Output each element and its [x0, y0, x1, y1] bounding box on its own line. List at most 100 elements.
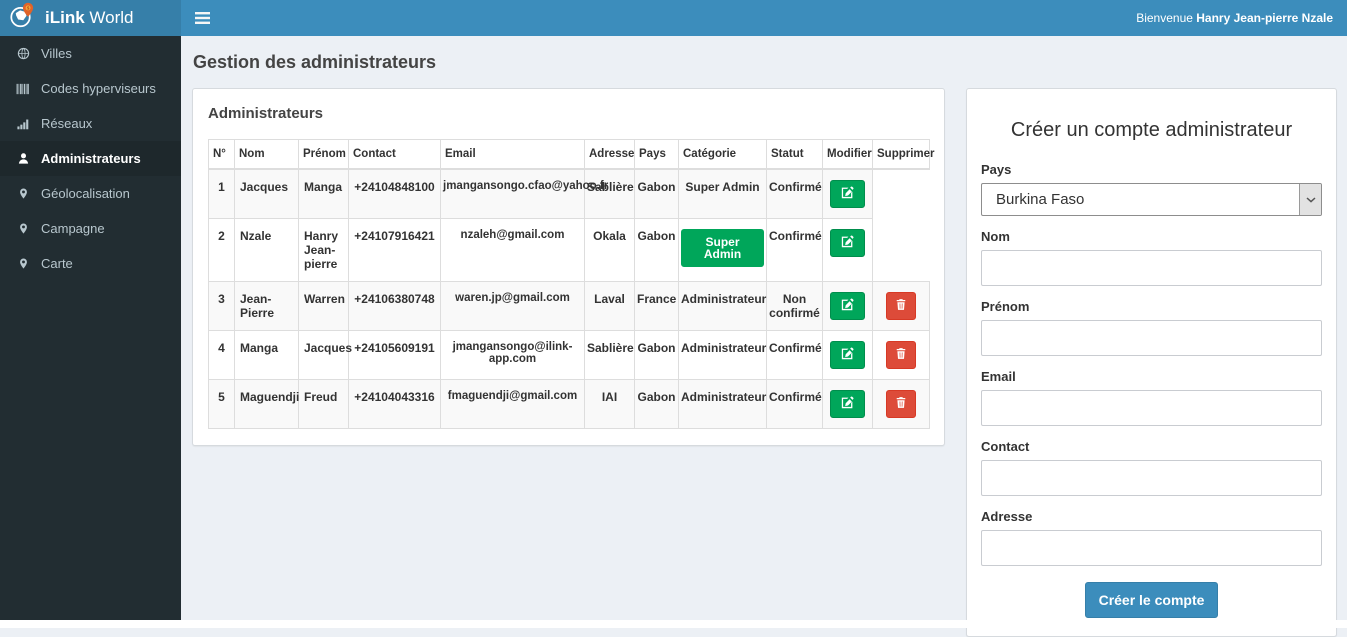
- barcode-icon: [16, 83, 30, 95]
- cell-contact: +24105609191: [348, 330, 441, 380]
- create-account-button[interactable]: Créer le compte: [1084, 582, 1219, 618]
- cell-adresse: Okala: [584, 218, 635, 282]
- email-field[interactable]: [981, 390, 1322, 426]
- edit-icon: [841, 235, 854, 251]
- sidebar-item-reseaux[interactable]: Réseaux: [0, 106, 181, 141]
- ilink-globe-pin-icon: $: [9, 2, 36, 34]
- column-header: Nom: [234, 139, 299, 170]
- cell-num: 4: [208, 330, 235, 380]
- sidebar-item-label: Administrateurs: [41, 151, 141, 166]
- brand-logo[interactable]: $ iLink World: [0, 0, 181, 36]
- cell-email: nzaleh@gmail.com: [440, 218, 585, 282]
- prenom-field[interactable]: [981, 320, 1322, 356]
- cell-num: 5: [208, 379, 235, 429]
- map-marker-icon: [16, 257, 30, 270]
- navbar: Bienvenue Hanry Jean-pierre Nzale: [181, 0, 1347, 36]
- delete-button[interactable]: [886, 390, 916, 418]
- sidebar: Villes Codes hyperviseurs Réseaux Administr…: [0, 36, 181, 620]
- cell-supprimer: [872, 379, 930, 429]
- edit-icon: [841, 396, 854, 412]
- sidebar-item-label: Réseaux: [41, 116, 93, 131]
- cell-modifier: [822, 330, 873, 380]
- sidebar-item-codes-hyperviseurs[interactable]: Codes hyperviseurs: [0, 71, 181, 106]
- cell-email: fmaguendji@gmail.com: [440, 379, 585, 429]
- edit-icon: [841, 298, 854, 314]
- edit-button[interactable]: [830, 341, 865, 369]
- sidebar-toggle-button[interactable]: [193, 8, 212, 28]
- column-header: Contact: [348, 139, 441, 170]
- sidebar-item-geolocalisation[interactable]: Géolocalisation: [0, 176, 181, 211]
- cell-nom: Jean-Pierre: [234, 281, 299, 331]
- email-label: Email: [981, 369, 1016, 384]
- delete-button[interactable]: [886, 292, 916, 320]
- sidebar-item-label: Codes hyperviseurs: [41, 81, 156, 96]
- table-row: 5 Maguendji Freud +24104043316 fmaguendji@gm…: [208, 379, 930, 429]
- cell-statut: Non confirmé: [766, 281, 823, 331]
- cell-pays: Gabon: [634, 168, 679, 219]
- cell-supprimer-empty: [872, 218, 930, 282]
- trash-icon: [895, 396, 907, 412]
- form-group-nom: Nom: [981, 229, 1322, 286]
- edit-button[interactable]: [830, 180, 865, 208]
- cell-adresse: Laval: [584, 281, 635, 331]
- cell-statut: Confirmé: [766, 379, 823, 429]
- cell-nom: Jacques: [234, 168, 299, 219]
- adresse-label: Adresse: [981, 509, 1033, 524]
- sidebar-item-label: Villes: [41, 46, 72, 61]
- contact-field[interactable]: [981, 460, 1322, 496]
- table-row: 3 Jean-Pierre Warren +24106380748 waren.jp@g…: [208, 281, 930, 331]
- delete-button[interactable]: [886, 341, 916, 369]
- page-title: Gestion des administrateurs: [193, 52, 437, 72]
- sidebar-item-label: Campagne: [41, 221, 105, 236]
- pays-select-wrap: Burkina Faso: [981, 183, 1322, 216]
- prenom-label: Prénom: [981, 299, 1030, 314]
- adresse-field[interactable]: [981, 530, 1322, 566]
- cell-categorie: Super Admin: [678, 168, 767, 219]
- edit-button[interactable]: [830, 229, 865, 257]
- cell-prenom: Warren: [298, 281, 349, 331]
- globe-icon: [16, 47, 30, 60]
- pays-select[interactable]: Burkina Faso: [981, 183, 1322, 216]
- form-group-adresse: Adresse: [981, 509, 1322, 566]
- cell-email: jmangansongo.cfao@yahoo.fr: [440, 168, 608, 219]
- edit-icon: [841, 347, 854, 363]
- administrators-panel: Administrateurs N° Nom Prénom Contact Email A…: [192, 88, 945, 446]
- sidebar-item-administrateurs[interactable]: Administrateurs: [0, 141, 181, 176]
- edit-button[interactable]: [830, 390, 865, 418]
- nom-field[interactable]: [981, 250, 1322, 286]
- sidebar-item-campagne[interactable]: Campagne: [0, 211, 181, 246]
- edit-button[interactable]: [830, 292, 865, 320]
- cell-prenom: Freud: [298, 379, 349, 429]
- contact-label: Contact: [981, 439, 1030, 454]
- cell-nom: Manga: [234, 330, 299, 380]
- administrators-panel-title: Administrateurs: [208, 105, 324, 122]
- cell-adresse: IAI: [584, 379, 635, 429]
- cell-modifier: [822, 281, 873, 331]
- column-header: Prénom: [298, 139, 349, 170]
- cell-num: 3: [208, 281, 235, 331]
- cell-modifier: [822, 168, 873, 219]
- nom-label: Nom: [981, 229, 1010, 244]
- app-root: $ iLink World Bienvenue Hanry Jean-pierr…: [0, 0, 1347, 637]
- cell-statut: Confirmé: [766, 330, 823, 380]
- create-admin-title: Créer un compte administrateur: [1010, 119, 1293, 141]
- cell-pays: France: [634, 281, 679, 331]
- cell-pays: Gabon: [634, 330, 679, 380]
- table-header-row: N° Nom Prénom Contact Email Adresse Pays Catégo…: [208, 139, 935, 170]
- cell-modifier: [822, 379, 873, 429]
- create-admin-panel: Créer un compte administrateur Pays Burki…: [966, 88, 1337, 637]
- cell-nom: Maguendji: [234, 379, 299, 429]
- sidebar-item-carte[interactable]: Carte: [0, 246, 181, 281]
- welcome-text: Bienvenue Hanry Jean-pierre Nzale: [1136, 11, 1333, 25]
- cell-adresse: Sablière: [584, 330, 635, 380]
- map-marker-icon: [16, 222, 30, 235]
- super-admin-badge[interactable]: Super Admin: [681, 229, 764, 267]
- cell-categorie: Super Admin: [678, 218, 767, 282]
- column-header: Supprimer: [872, 139, 935, 170]
- cell-supprimer: [872, 330, 930, 380]
- pays-label: Pays: [981, 162, 1012, 177]
- sidebar-item-villes[interactable]: Villes: [0, 36, 181, 71]
- trash-icon: [895, 347, 907, 363]
- table-row: 4 Manga Jacques +24105609191 jmangansongo@il…: [208, 330, 930, 380]
- cell-categorie: Administrateur: [678, 330, 767, 380]
